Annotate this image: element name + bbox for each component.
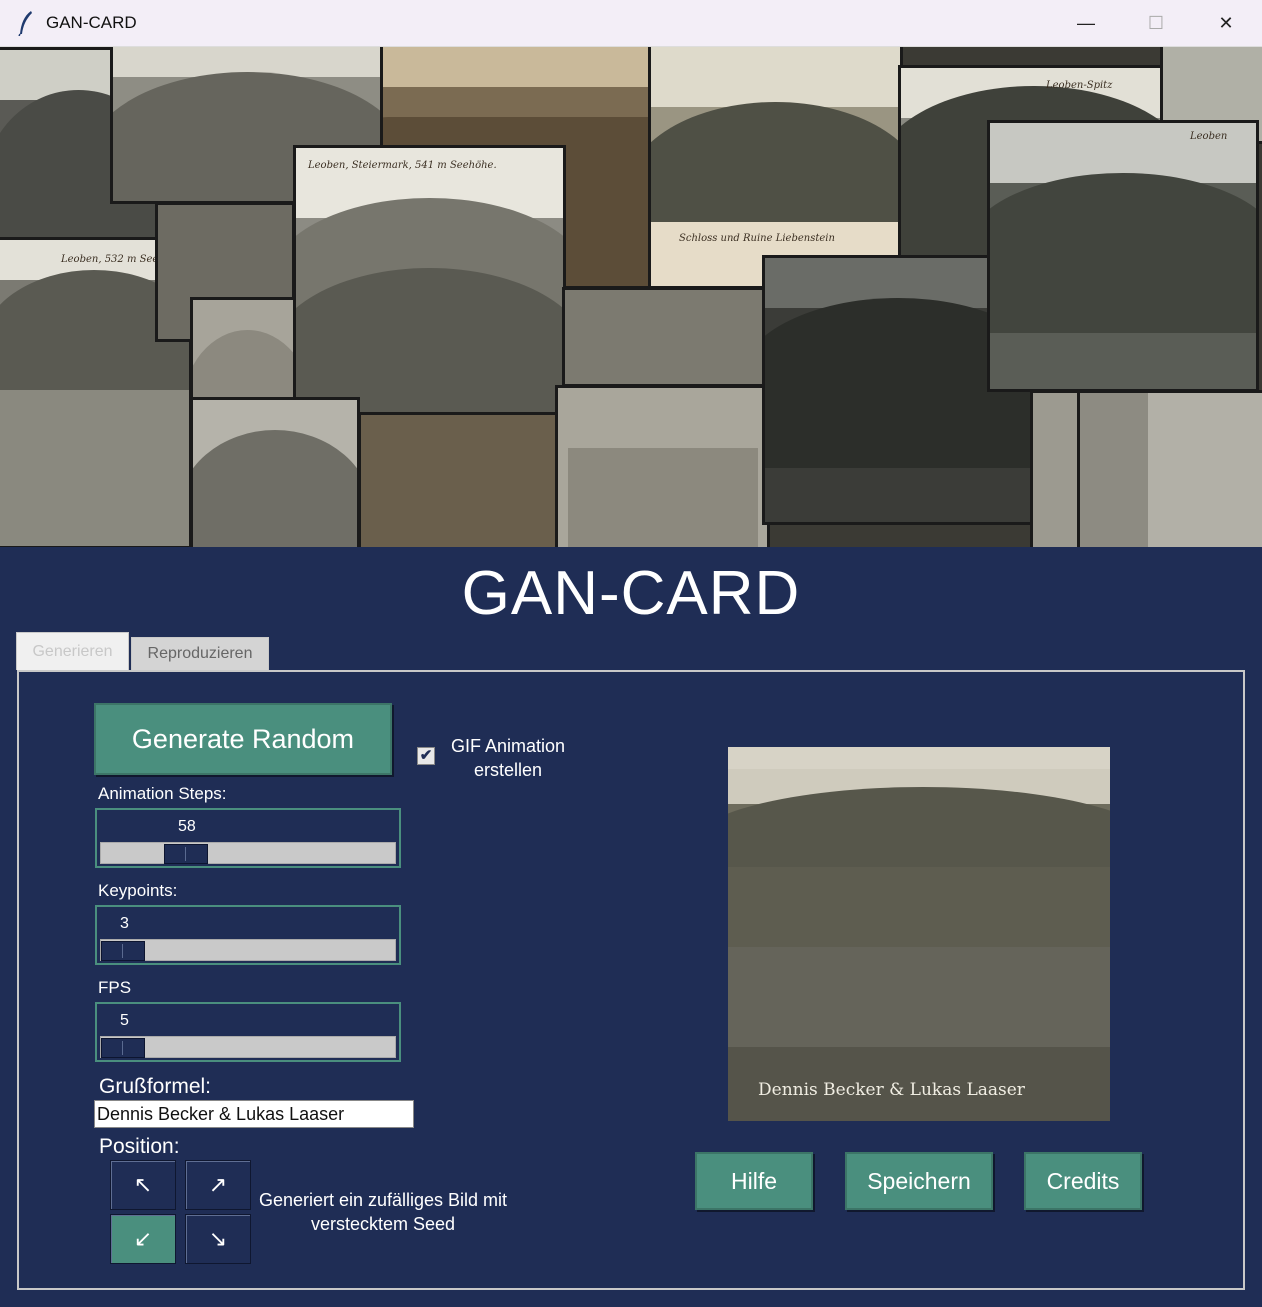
credits-button[interactable]: Credits: [1024, 1152, 1142, 1210]
slider-trough[interactable]: [100, 842, 396, 864]
window-title: GAN-CARD: [46, 13, 137, 32]
postcard-image: Leoben, Steiermark, 541 m Seehöhe.: [293, 145, 566, 415]
help-button[interactable]: Hilfe: [695, 1152, 813, 1210]
postcard-image: [562, 287, 772, 387]
position-hint-text: Generiert ein zufälliges Bild mit verste…: [258, 1190, 508, 1234]
postcard-caption: Leoben-Spitz: [1046, 80, 1113, 91]
generate-random-button[interactable]: Generate Random: [94, 703, 392, 775]
window-titlebar: GAN-CARD — ☐ ✕: [0, 0, 1262, 47]
position-down-right-button[interactable]: ↘: [185, 1214, 251, 1264]
tab-generieren[interactable]: Generieren: [16, 632, 129, 670]
fps-label: FPS: [98, 978, 132, 997]
position-down-left-button[interactable]: ↙: [110, 1214, 176, 1264]
position-label: Position:: [99, 1135, 180, 1158]
minimize-button[interactable]: —: [1054, 0, 1118, 46]
preview-signature-text: Dennis Becker & Lukas Laaser: [758, 1080, 1025, 1100]
postcard-image: Leoben: [987, 120, 1259, 392]
postcard-collage-banner: Schloss und Ruine Liebenstein Leoben-Spi…: [0, 47, 1262, 547]
keypoints-slider[interactable]: 3: [95, 905, 401, 965]
postcard-caption: Schloss und Ruine Liebenstein: [679, 233, 835, 244]
slider-thumb[interactable]: [101, 1038, 145, 1058]
slider-trough[interactable]: [100, 939, 396, 961]
postcard-caption: Leoben: [1190, 131, 1228, 142]
animation-steps-label: Animation Steps:: [98, 784, 227, 803]
postcard-image: Schloss und Ruine Liebenstein: [648, 47, 903, 289]
postcard-image: [190, 397, 360, 547]
postcard-image: [555, 385, 770, 547]
animation-steps-slider[interactable]: 58: [95, 808, 401, 868]
app-feather-icon: [18, 11, 32, 36]
postcard-image: [1030, 390, 1080, 547]
slider-trough[interactable]: [100, 1036, 396, 1058]
maximize-button[interactable]: ☐: [1124, 0, 1188, 46]
app-heading: GAN-CARD: [461, 559, 801, 628]
greeting-label: Grußformel:: [99, 1075, 212, 1098]
postcard-image: [1075, 390, 1262, 547]
keypoints-value: 3: [120, 915, 129, 932]
save-button[interactable]: Speichern: [845, 1152, 993, 1210]
fps-slider[interactable]: 5: [95, 1002, 401, 1062]
postcard-image: [358, 412, 558, 547]
animation-steps-value: 58: [178, 818, 196, 835]
keypoints-label: Keypoints:: [98, 881, 178, 900]
position-up-right-button[interactable]: ↗: [185, 1160, 251, 1210]
slider-thumb[interactable]: [164, 844, 208, 864]
position-up-left-button[interactable]: ↖: [110, 1160, 176, 1210]
gif-animation-label: GIF Animation erstellen: [450, 736, 566, 780]
gif-animation-checkbox[interactable]: ✔: [417, 747, 435, 765]
fps-value: 5: [120, 1012, 129, 1029]
postcard-caption: Leoben, Steiermark, 541 m Seehöhe.: [308, 160, 497, 171]
slider-thumb[interactable]: [101, 941, 145, 961]
generated-postcard-preview: Dennis Becker & Lukas Laaser: [728, 747, 1110, 1121]
greeting-input[interactable]: [94, 1100, 414, 1128]
tab-reproduzieren[interactable]: Reproduzieren: [131, 637, 269, 670]
close-window-button[interactable]: ✕: [1194, 0, 1258, 46]
